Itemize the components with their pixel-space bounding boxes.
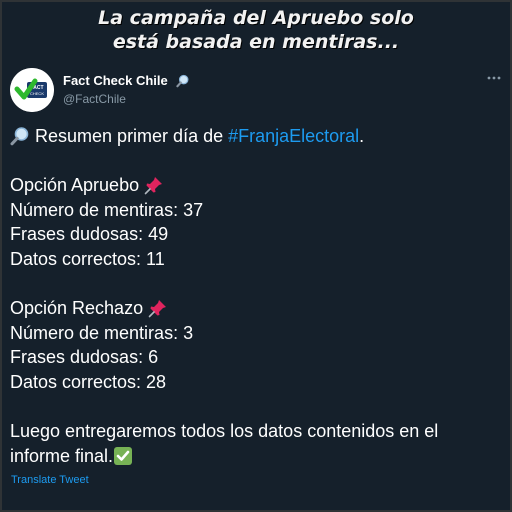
- tweet-header: FACT CHECK Fact Check Chile @FactChile: [10, 66, 502, 112]
- rechazo-title: Opción Rechazo: [10, 298, 144, 319]
- caption-line-2: está basada en mentiras...: [112, 31, 400, 53]
- rechazo-title-line: Opción Rechazo: [10, 296, 506, 321]
- pushpin-icon: [148, 298, 168, 318]
- fact-check-logo-icon: FACT CHECK: [10, 68, 54, 112]
- intro-text: Resumen primer día de: [35, 126, 229, 146]
- check-mark-button-icon: [113, 446, 133, 466]
- hashtag-link[interactable]: #FranjaElectoral: [228, 126, 359, 146]
- display-name[interactable]: Fact Check Chile: [63, 73, 168, 89]
- rechazo-dudosas: Frases dudosas: 6: [10, 347, 159, 368]
- magnifying-glass-icon: [176, 74, 190, 88]
- user-info: Fact Check Chile @FactChile: [63, 72, 190, 107]
- closing-line-1: Luego entregaremos todos los datos conte…: [10, 421, 439, 442]
- intro-line: Resumen primer día de #FranjaElectoral.: [10, 124, 506, 149]
- avatar[interactable]: FACT CHECK: [10, 68, 54, 112]
- rechazo-mentiras: Número de mentiras: 3: [10, 322, 194, 343]
- intro-suffix: .: [359, 126, 365, 146]
- magnifying-glass-icon: [10, 126, 30, 146]
- apruebo-dudosas: Frases dudosas: 49: [10, 224, 169, 245]
- meme-caption: La campaña del Apruebo solo está basada …: [0, 6, 512, 54]
- apruebo-mentiras: Número de mentiras: 37: [10, 199, 204, 220]
- closing-line-2: informe final.: [10, 444, 506, 469]
- translate-tweet-link[interactable]: Translate Tweet: [11, 474, 89, 486]
- pushpin-icon: [144, 175, 164, 195]
- apruebo-correctos: Datos correctos: 11: [10, 248, 165, 269]
- apruebo-title-line: Opción Apruebo: [10, 173, 506, 198]
- tweet-text: Resumen primer día de #FranjaElectoral. …: [10, 124, 506, 468]
- caption-line-1: La campaña del Apruebo solo: [98, 7, 414, 29]
- apruebo-title: Opción Apruebo: [10, 175, 140, 196]
- user-handle[interactable]: @FactChile: [63, 92, 190, 107]
- more-options-icon[interactable]: [486, 70, 502, 80]
- rechazo-correctos: Datos correctos: 28: [10, 371, 167, 392]
- closing-text: informe final.: [10, 445, 114, 466]
- avatar-text-2: CHECK: [30, 91, 44, 96]
